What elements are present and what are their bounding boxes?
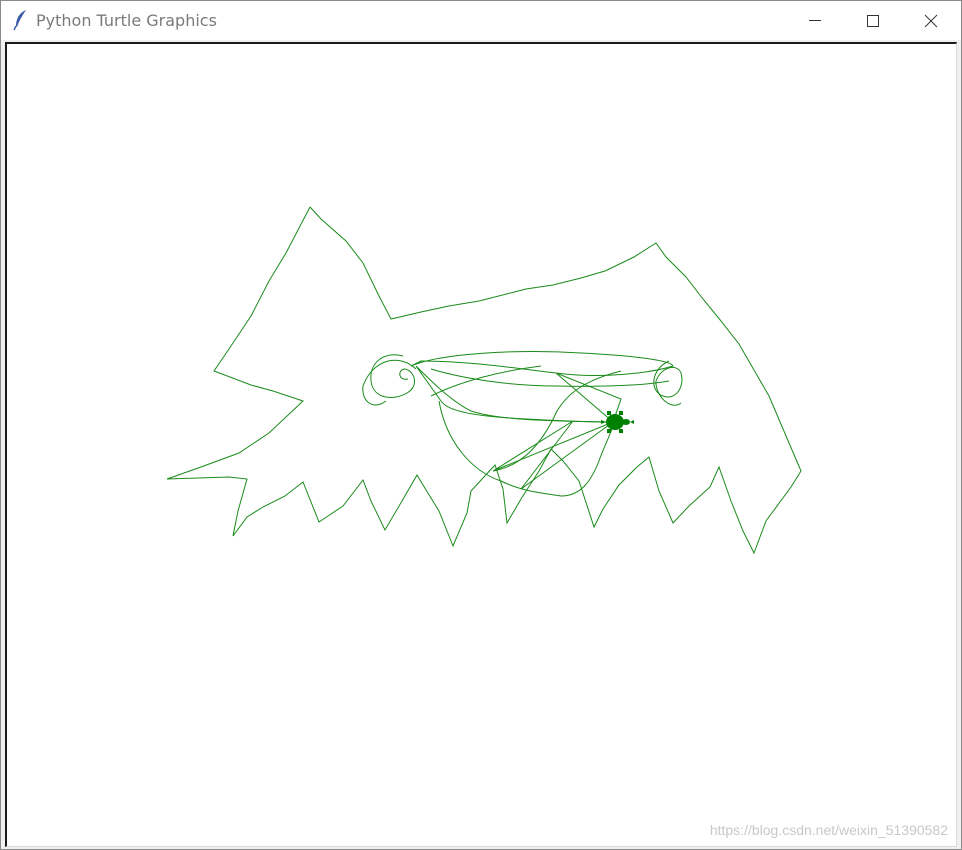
minimize-button[interactable] (786, 1, 844, 40)
inner-scribble-2 (370, 354, 416, 398)
turtle-window: Python Turtle Graphics https://blog.csdn… (0, 0, 962, 850)
title-bar[interactable]: Python Turtle Graphics (1, 1, 961, 40)
turtle-icon[interactable] (601, 411, 634, 433)
inner-scribble-5 (415, 365, 622, 423)
drawing-surface (166, 206, 802, 555)
minimize-icon (809, 20, 821, 21)
inner-scribble-1 (410, 351, 674, 376)
maximize-button[interactable] (844, 1, 902, 40)
window-title: Python Turtle Graphics (36, 11, 217, 30)
feather-icon (13, 9, 29, 31)
turtle-canvas[interactable]: https://blog.csdn.net/weixin_51390582 (5, 42, 957, 847)
inner-scribble-8 (430, 368, 670, 387)
close-button[interactable] (902, 1, 960, 40)
watermark-text: https://blog.csdn.net/weixin_51390582 (709, 822, 948, 838)
maximize-icon (867, 15, 879, 27)
close-icon (924, 14, 938, 28)
